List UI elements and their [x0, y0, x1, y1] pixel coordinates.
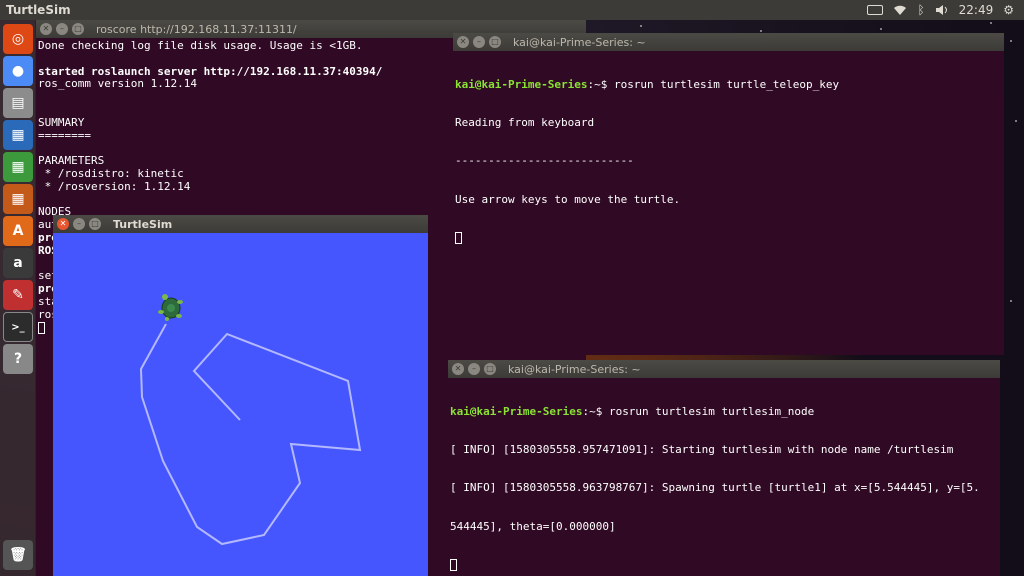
teleop-terminal-output[interactable]: kai@kai-Prime-Series:~$ rosrun turtlesim… — [453, 51, 1004, 355]
active-app-title: TurtleSim — [6, 3, 71, 17]
top-panel: TurtleSim ᛒ 22:49 ⚙ — [0, 0, 1024, 20]
turtlesim-node-terminal-window[interactable]: ✕ – □ kai@kai-Prime-Series: ~ kai@kai-Pr… — [448, 360, 1000, 576]
launcher-software-center-icon[interactable]: A — [3, 216, 33, 246]
prompt-command: :~$ rosrun turtlesim turtlesim_node — [582, 404, 815, 418]
clock[interactable]: 22:49 — [959, 3, 994, 17]
maximize-icon[interactable]: □ — [72, 23, 84, 35]
prompt-user-host: kai@kai-Prime-Series — [450, 404, 583, 418]
maximize-icon[interactable]: □ — [489, 36, 501, 48]
close-icon[interactable]: ✕ — [57, 218, 69, 230]
launcher-impress-icon[interactable]: ▦ — [3, 184, 33, 214]
keyboard-indicator-icon[interactable] — [867, 5, 884, 15]
minimize-icon[interactable]: – — [73, 218, 85, 230]
launcher-files-icon[interactable]: ▤ — [3, 88, 33, 118]
indicator-area: ᛒ 22:49 ⚙ — [867, 3, 1024, 17]
launcher-ubuntu-dash-icon[interactable]: ◎ — [3, 24, 33, 54]
minimize-icon[interactable]: – — [468, 363, 480, 375]
turtlesim-window-title: TurtleSim — [113, 217, 173, 231]
close-icon[interactable]: ✕ — [452, 363, 464, 375]
terminal-cursor — [450, 559, 457, 572]
terminal-line: [ INFO] [1580305558.957471091]: Starting… — [450, 442, 954, 456]
close-icon[interactable]: ✕ — [457, 36, 469, 48]
turtlesim-window[interactable]: ✕ – □ TurtleSim — [53, 215, 428, 576]
turtlesim-titlebar[interactable]: ✕ – □ TurtleSim — [53, 215, 428, 233]
prompt-user-host: kai@kai-Prime-Series — [455, 77, 588, 91]
close-icon[interactable]: ✕ — [40, 23, 52, 35]
terminal-line: --------------------------- — [455, 154, 634, 168]
turtle-trail — [139, 323, 362, 546]
launcher-calc-icon[interactable]: ▦ — [3, 152, 33, 182]
minimize-icon[interactable]: – — [473, 36, 485, 48]
launcher-amazon-icon[interactable]: a — [3, 248, 33, 278]
launcher-settings-icon[interactable]: ✎ — [3, 280, 33, 310]
gear-icon[interactable]: ⚙ — [1003, 3, 1014, 17]
terminal-line: 544445], theta=[0.000000] — [450, 519, 616, 533]
node-window-title: kai@kai-Prime-Series: ~ — [508, 362, 641, 376]
node-terminal-output[interactable]: kai@kai-Prime-Series:~$ rosrun turtlesim… — [448, 378, 1000, 576]
wifi-icon[interactable] — [893, 5, 907, 16]
teleop-window-title: kai@kai-Prime-Series: ~ — [513, 35, 646, 49]
teleop-terminal-window[interactable]: ✕ – □ kai@kai-Prime-Series: ~ kai@kai-Pr… — [453, 33, 1004, 355]
turtle-icon — [158, 294, 183, 321]
maximize-icon[interactable]: □ — [89, 218, 101, 230]
teleop-titlebar[interactable]: ✕ – □ kai@kai-Prime-Series: ~ — [453, 33, 1004, 51]
terminal-line: Use arrow keys to move the turtle. — [455, 192, 681, 206]
prompt-command: :~$ rosrun turtlesim turtle_teleop_key — [587, 77, 840, 91]
node-titlebar[interactable]: ✕ – □ kai@kai-Prime-Series: ~ — [448, 360, 1000, 378]
terminal-cursor — [38, 321, 45, 334]
turtlesim-canvas — [53, 233, 428, 576]
terminal-cursor — [455, 232, 462, 245]
terminal-line: [ INFO] [1580305558.963798767]: Spawning… — [450, 481, 980, 495]
volume-icon[interactable] — [935, 4, 949, 16]
launcher-writer-icon[interactable]: ▦ — [3, 120, 33, 150]
launcher-terminal-icon[interactable]: >_ — [3, 312, 33, 342]
maximize-icon[interactable]: □ — [484, 363, 496, 375]
launcher: ◎ ● ▤ ▦ ▦ ▦ Aa ✎ >_? 🗑 — [0, 20, 36, 576]
terminal-line: Reading from keyboard — [455, 115, 595, 129]
launcher-help-icon[interactable]: ? — [3, 344, 33, 374]
launcher-chrome-icon[interactable]: ● — [3, 56, 33, 86]
turtle-trail-svg — [139, 294, 362, 546]
roscore-window-title: roscore http://192.168.11.37:11311/ — [96, 22, 297, 36]
minimize-icon[interactable]: – — [56, 23, 68, 35]
bluetooth-icon[interactable]: ᛒ — [917, 3, 924, 17]
launcher-trash-icon[interactable]: 🗑 — [3, 540, 33, 570]
